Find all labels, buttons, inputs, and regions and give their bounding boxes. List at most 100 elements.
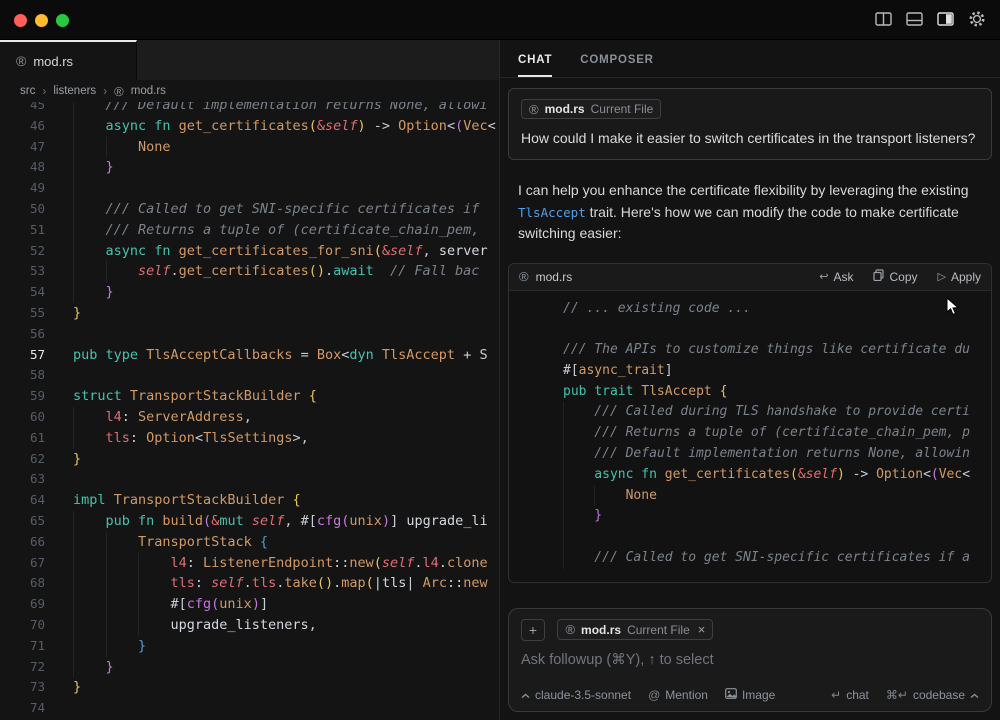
- tab-bar: ® mod.rs: [0, 40, 499, 80]
- zoom-button[interactable]: [56, 14, 69, 27]
- code-line: None: [535, 486, 991, 507]
- indent-guide: [73, 261, 106, 282]
- line-number: 60: [0, 407, 45, 428]
- input-placeholder[interactable]: Ask followup (⌘Y), ↑ to select: [521, 652, 979, 668]
- code-line: 55}: [0, 303, 499, 324]
- indent-guide: [73, 594, 106, 615]
- chip-badge: Current File: [627, 623, 690, 637]
- chat-input[interactable]: + ® mod.rs Current File × Ask followup (…: [508, 608, 992, 712]
- code-line: /// Called to get SNI-specific certifica…: [535, 548, 991, 569]
- indent-guide: [73, 407, 106, 428]
- line-number: 54: [0, 282, 45, 303]
- line-number: 57: [0, 345, 45, 366]
- breadcrumb-src[interactable]: src: [20, 85, 35, 97]
- chat-submit-button[interactable]: ↵ chat: [831, 688, 869, 702]
- breadcrumb-separator: ›: [103, 84, 107, 98]
- code-line: 46async fn get_certificates(&self) -> Op…: [0, 116, 499, 137]
- code-line: 71}: [0, 636, 499, 657]
- tab-chat[interactable]: CHAT: [518, 54, 552, 77]
- code-line: /// Default implementation returns None,…: [535, 444, 991, 465]
- ask-button[interactable]: ↩Ask: [819, 269, 853, 284]
- code-line: 65pub fn build(&mut self, #[cfg(unix)] u…: [0, 511, 499, 532]
- code-line: [535, 319, 991, 340]
- code-editor[interactable]: 45/// Default implementation returns Non…: [0, 102, 499, 720]
- indent-guide: [73, 615, 106, 636]
- split-editor-icon[interactable]: [875, 11, 892, 27]
- code-line: 45/// Default implementation returns Non…: [0, 102, 499, 116]
- cmd-return-key-icon: ⌘↵: [886, 688, 908, 702]
- user-message: ® mod.rs Current File How could I make i…: [508, 88, 992, 160]
- tab-mod-rs[interactable]: ® mod.rs: [0, 40, 137, 80]
- breadcrumb-listeners[interactable]: listeners: [53, 85, 96, 97]
- close-button[interactable]: [14, 14, 27, 27]
- model-selector[interactable]: claude-3.5-sonnet: [521, 688, 631, 702]
- code-line: 53self.get_certificates().await // Fall …: [0, 261, 499, 282]
- tab-bar-empty-area[interactable]: [137, 40, 499, 80]
- code-block-body[interactable]: // ... existing code .../// The APIs to …: [509, 291, 991, 569]
- indent-guide: [73, 116, 106, 137]
- code-line: 62}: [0, 449, 499, 470]
- indent-guide: [73, 241, 106, 262]
- code-line: /// Called during TLS handshake to provi…: [535, 402, 991, 423]
- line-number: 48: [0, 157, 45, 178]
- indent-guide: [106, 594, 139, 615]
- line-number: 47: [0, 137, 45, 158]
- code-line: }: [535, 506, 991, 527]
- mention-button[interactable]: @ Mention: [648, 688, 708, 702]
- indent-guide: [73, 178, 106, 199]
- input-context-chip[interactable]: ® mod.rs Current File ×: [557, 619, 713, 640]
- indent-guide: [563, 444, 594, 465]
- copy-button[interactable]: Copy: [873, 269, 917, 284]
- minimize-button[interactable]: [35, 14, 48, 27]
- code-line: 61tls: Option<TlsSettings>,: [0, 428, 499, 449]
- codebase-submit-button[interactable]: ⌘↵ codebase: [886, 688, 979, 702]
- line-number: 74: [0, 698, 45, 719]
- chip-badge: Current File: [591, 102, 654, 116]
- context-chip[interactable]: ® mod.rs Current File: [521, 99, 661, 119]
- indent-guide: [73, 553, 106, 574]
- line-number: 73: [0, 677, 45, 698]
- play-icon: ▷: [938, 270, 946, 283]
- breadcrumb-file[interactable]: mod.rs: [131, 85, 166, 97]
- image-button[interactable]: Image: [725, 688, 775, 702]
- line-number: 66: [0, 532, 45, 553]
- line-number: 59: [0, 386, 45, 407]
- code-line: 74: [0, 698, 499, 719]
- indent-guide: [73, 511, 106, 532]
- indent-guide: [138, 615, 171, 636]
- code-line: /// The APIs to customize things like ce…: [535, 340, 991, 361]
- indent-guide: [138, 594, 171, 615]
- assistant-message: I can help you enhance the certificate f…: [518, 180, 988, 245]
- indent-guide: [73, 199, 106, 220]
- line-number: 46: [0, 116, 45, 137]
- code-line: 63: [0, 469, 499, 490]
- code-line: 69#[cfg(unix)]: [0, 594, 499, 615]
- at-icon: @: [648, 688, 660, 702]
- indent-guide: [73, 282, 106, 303]
- line-number: 72: [0, 657, 45, 678]
- indent-guide: [563, 402, 594, 423]
- tab-composer[interactable]: COMPOSER: [580, 54, 654, 77]
- code-block-header: ® mod.rs ↩Ask Copy ▷Apply: [509, 264, 991, 291]
- code-line: 50/// Called to get SNI-specific certifi…: [0, 199, 499, 220]
- sidebar-right-icon[interactable]: [937, 11, 954, 27]
- traffic-lights: [14, 14, 69, 27]
- apply-button[interactable]: ▷Apply: [938, 269, 982, 284]
- code-line: 58: [0, 365, 499, 386]
- indent-guide: [73, 220, 106, 241]
- line-number: 58: [0, 365, 45, 386]
- code-line: pub trait TlsAccept {: [535, 382, 991, 403]
- settings-gear-icon[interactable]: [968, 10, 986, 28]
- code-line: /// Returns a tuple of (certificate_chai…: [535, 423, 991, 444]
- indent-guide: [106, 553, 139, 574]
- code-line: 54}: [0, 282, 499, 303]
- line-number: 62: [0, 449, 45, 470]
- panel-layout-icon[interactable]: [906, 11, 923, 27]
- line-number: 56: [0, 324, 45, 345]
- user-message-text: How could I make it easier to switch cer…: [521, 128, 979, 149]
- indent-guide: [563, 506, 594, 527]
- indent-guide: [106, 137, 139, 158]
- remove-context-icon[interactable]: ×: [698, 622, 706, 637]
- indent-guide: [73, 636, 106, 657]
- add-context-button[interactable]: +: [521, 619, 545, 641]
